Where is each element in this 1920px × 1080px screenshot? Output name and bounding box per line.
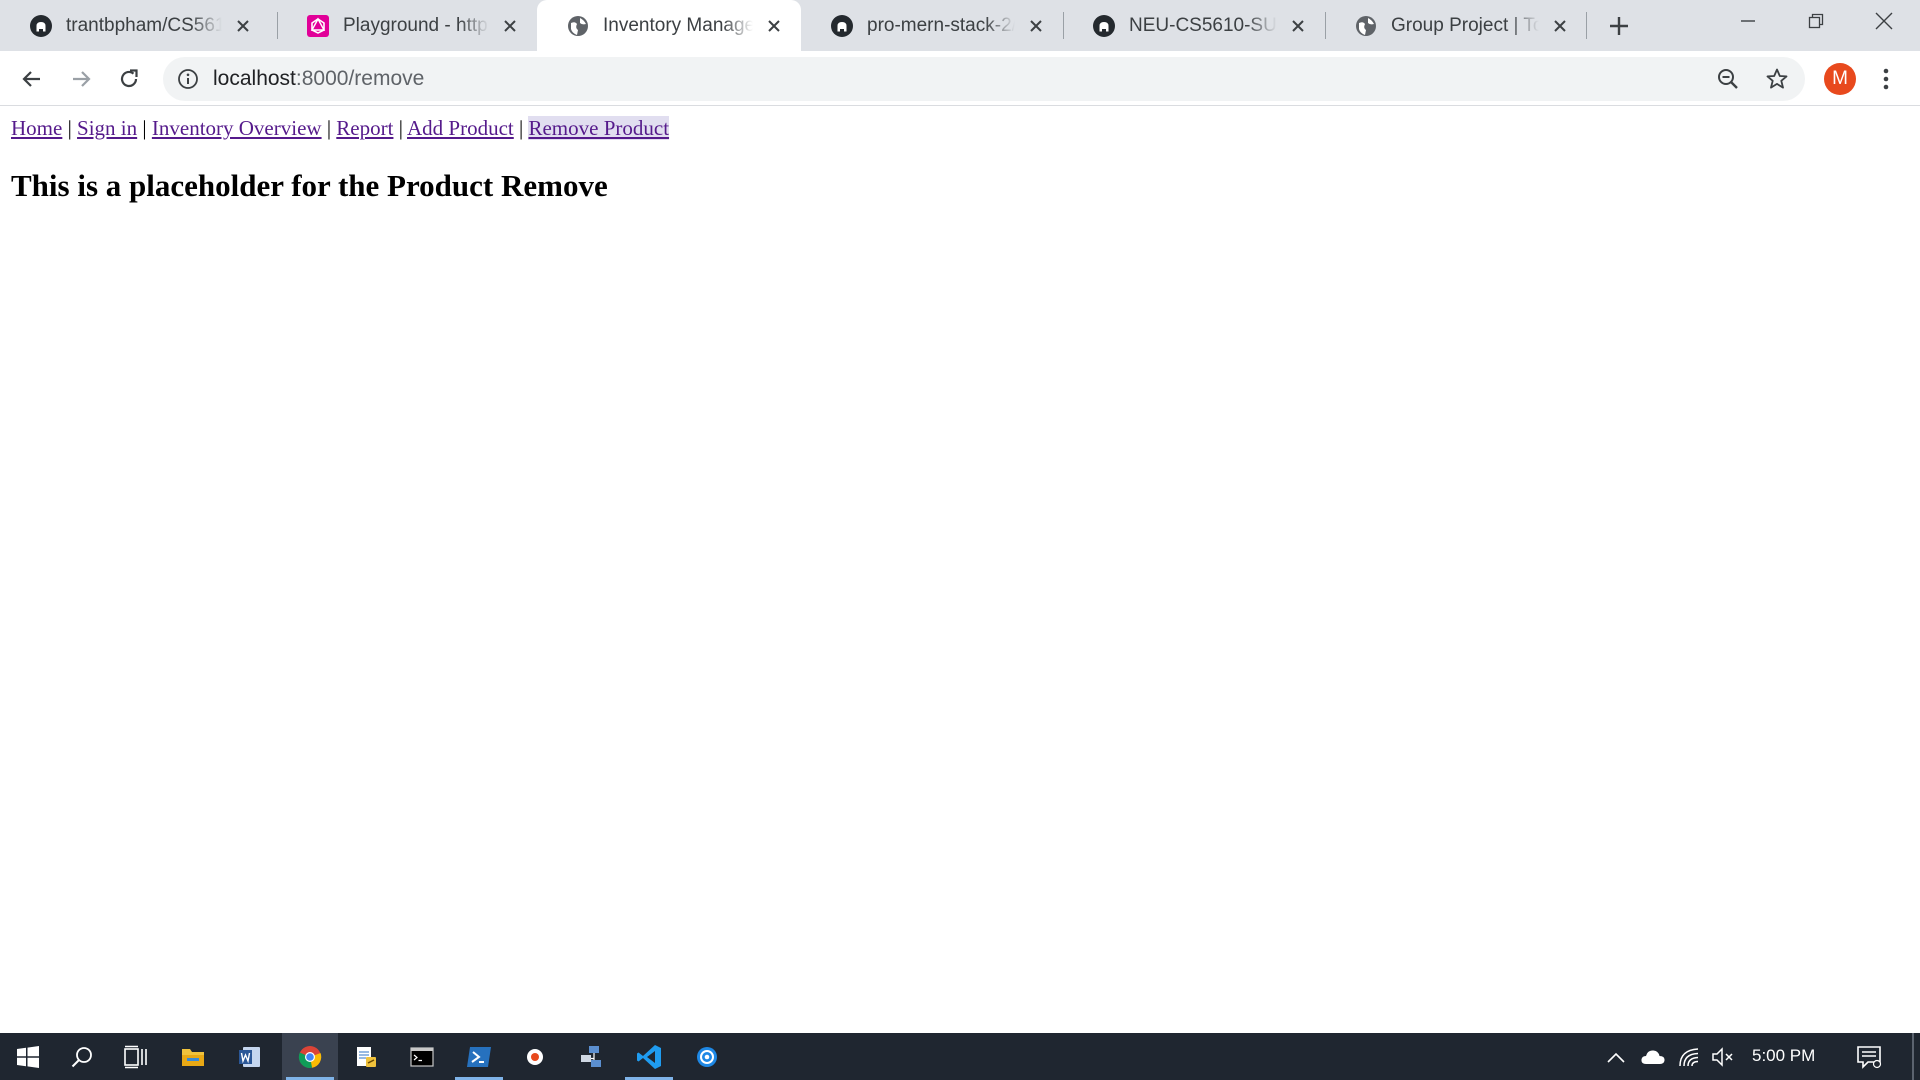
tab-inventory-management[interactable]: Inventory Management	[537, 0, 801, 51]
arrow-right-icon	[73, 71, 91, 87]
close-icon[interactable]	[1025, 15, 1047, 37]
reload-icon	[120, 69, 138, 88]
nav-separator: |	[67, 116, 72, 140]
vscode-icon	[637, 1044, 661, 1069]
minimize-button[interactable]	[1714, 0, 1782, 42]
sync-app-icon	[697, 1046, 717, 1067]
show-desktop-button[interactable]	[1912, 1033, 1914, 1080]
nav-link-report[interactable]: Report	[336, 116, 393, 140]
close-icon	[1875, 12, 1893, 30]
close-icon[interactable]	[232, 15, 254, 37]
url-text[interactable]: localhost:8000/remove	[213, 67, 424, 91]
graphql-icon	[307, 14, 329, 37]
nav-separator: |	[326, 116, 332, 140]
taskbar-file-explorer[interactable]	[165, 1033, 221, 1080]
tab-title: NEU-CS5610-SU20/T	[1129, 14, 1277, 36]
taskbar-powershell[interactable]	[451, 1033, 507, 1080]
globe-icon	[567, 15, 589, 37]
taskbar-network-app[interactable]	[563, 1033, 619, 1080]
tab-strip: trantbpham/CS5610- Playground - http://l…	[0, 0, 1920, 51]
notifications-icon[interactable]	[1856, 1044, 1882, 1070]
close-icon[interactable]	[763, 15, 785, 37]
notepad-icon	[357, 1046, 376, 1067]
taskbar-app[interactable]	[507, 1033, 563, 1080]
github-icon	[1093, 14, 1115, 37]
tab-divider	[1586, 12, 1587, 39]
network-app-icon	[581, 1045, 601, 1067]
tab-title: Playground - http://l	[343, 14, 489, 36]
forward-button[interactable]	[64, 62, 98, 96]
close-icon[interactable]	[1287, 15, 1309, 37]
url-path: :8000/remove	[295, 67, 425, 90]
tab-title: pro-mern-stack-2/Iss	[867, 14, 1015, 36]
tab-title: Inventory Management	[603, 14, 753, 36]
tab-group-project[interactable]: Group Project | Tony	[1325, 0, 1587, 51]
bookmark-star-icon[interactable]	[1765, 67, 1789, 91]
word-icon	[239, 1046, 260, 1067]
restore-button[interactable]	[1782, 0, 1850, 42]
nav-link-remove-product[interactable]: Remove Product	[528, 116, 670, 140]
search-icon	[71, 1046, 92, 1067]
powershell-icon	[467, 1046, 491, 1067]
tray-overflow-chevron-up-icon[interactable]	[1603, 1044, 1629, 1070]
wifi-icon[interactable]	[1677, 1044, 1703, 1070]
close-icon[interactable]	[499, 15, 521, 37]
restore-icon	[1808, 13, 1824, 29]
plus-icon	[1610, 17, 1628, 35]
nav-separator: |	[398, 116, 403, 140]
terminal-icon	[410, 1046, 434, 1067]
taskbar-sync-app[interactable]	[679, 1033, 735, 1080]
browser-menu-button[interactable]	[1876, 63, 1896, 95]
arrow-left-icon	[22, 71, 40, 87]
folder-icon	[182, 1048, 204, 1066]
tab-title: Group Project | Tony	[1391, 14, 1539, 36]
taskbar-search[interactable]	[54, 1033, 110, 1080]
profile-avatar[interactable]: M	[1824, 63, 1856, 95]
taskbar-word[interactable]	[222, 1033, 278, 1080]
minimize-icon	[1741, 20, 1755, 22]
tab-playground[interactable]: Playground - http://l	[277, 0, 537, 51]
url-host: localhost	[213, 67, 296, 90]
page-content: Home | Sign in | Inventory Overview | Re…	[0, 107, 1920, 1033]
address-bar[interactable]: localhost:8000/remove	[163, 57, 1805, 101]
task-view-button[interactable]	[108, 1033, 164, 1080]
github-icon	[30, 14, 52, 37]
taskbar-vscode[interactable]	[621, 1033, 677, 1080]
close-icon[interactable]	[1549, 15, 1571, 37]
tab-github-trantbpham[interactable]: trantbpham/CS5610-	[0, 0, 270, 51]
nav-separator: |	[519, 116, 524, 140]
tab-neu-cs5610[interactable]: NEU-CS5610-SU20/T	[1063, 0, 1325, 51]
page-heading: This is a placeholder for the Product Re…	[11, 168, 608, 203]
zoom-icon[interactable]	[1716, 67, 1740, 91]
taskbar-chrome[interactable]	[282, 1033, 338, 1080]
more-vert-icon	[1883, 68, 1889, 90]
taskbar-clock[interactable]: 5:00 PM	[1752, 1046, 1815, 1066]
nav-link-sign-in[interactable]: Sign in	[77, 116, 137, 140]
reload-button[interactable]	[112, 62, 146, 96]
new-tab-button[interactable]	[1604, 11, 1634, 41]
back-button[interactable]	[15, 62, 49, 96]
taskbar-terminal[interactable]	[394, 1033, 450, 1080]
nav-link-inventory-overview[interactable]: Inventory Overview	[152, 116, 322, 140]
windows-start-icon	[17, 1045, 39, 1068]
tab-pro-mern-stack[interactable]: pro-mern-stack-2/Iss	[801, 0, 1063, 51]
site-nav: Home | Sign in | Inventory Overview | Re…	[11, 116, 670, 141]
close-window-button[interactable]	[1850, 0, 1918, 42]
app-icon	[527, 1048, 543, 1065]
taskbar-notepad[interactable]	[338, 1033, 394, 1080]
nav-separator: |	[142, 116, 147, 140]
info-icon[interactable]	[177, 68, 199, 90]
github-icon	[831, 14, 853, 37]
browser-toolbar: localhost:8000/remove M	[0, 51, 1920, 106]
nav-link-add-product[interactable]: Add Product	[407, 116, 514, 140]
windows-taskbar: 5:00 PM	[0, 1033, 1920, 1080]
globe-icon	[1355, 15, 1377, 37]
tab-title: trantbpham/CS5610-	[66, 14, 222, 36]
onedrive-cloud-icon[interactable]	[1640, 1044, 1666, 1070]
chrome-icon	[298, 1045, 322, 1068]
task-view-icon	[124, 1045, 147, 1068]
nav-link-home[interactable]: Home	[11, 116, 62, 140]
start-button[interactable]	[0, 1033, 56, 1080]
volume-muted-icon[interactable]	[1710, 1044, 1736, 1070]
